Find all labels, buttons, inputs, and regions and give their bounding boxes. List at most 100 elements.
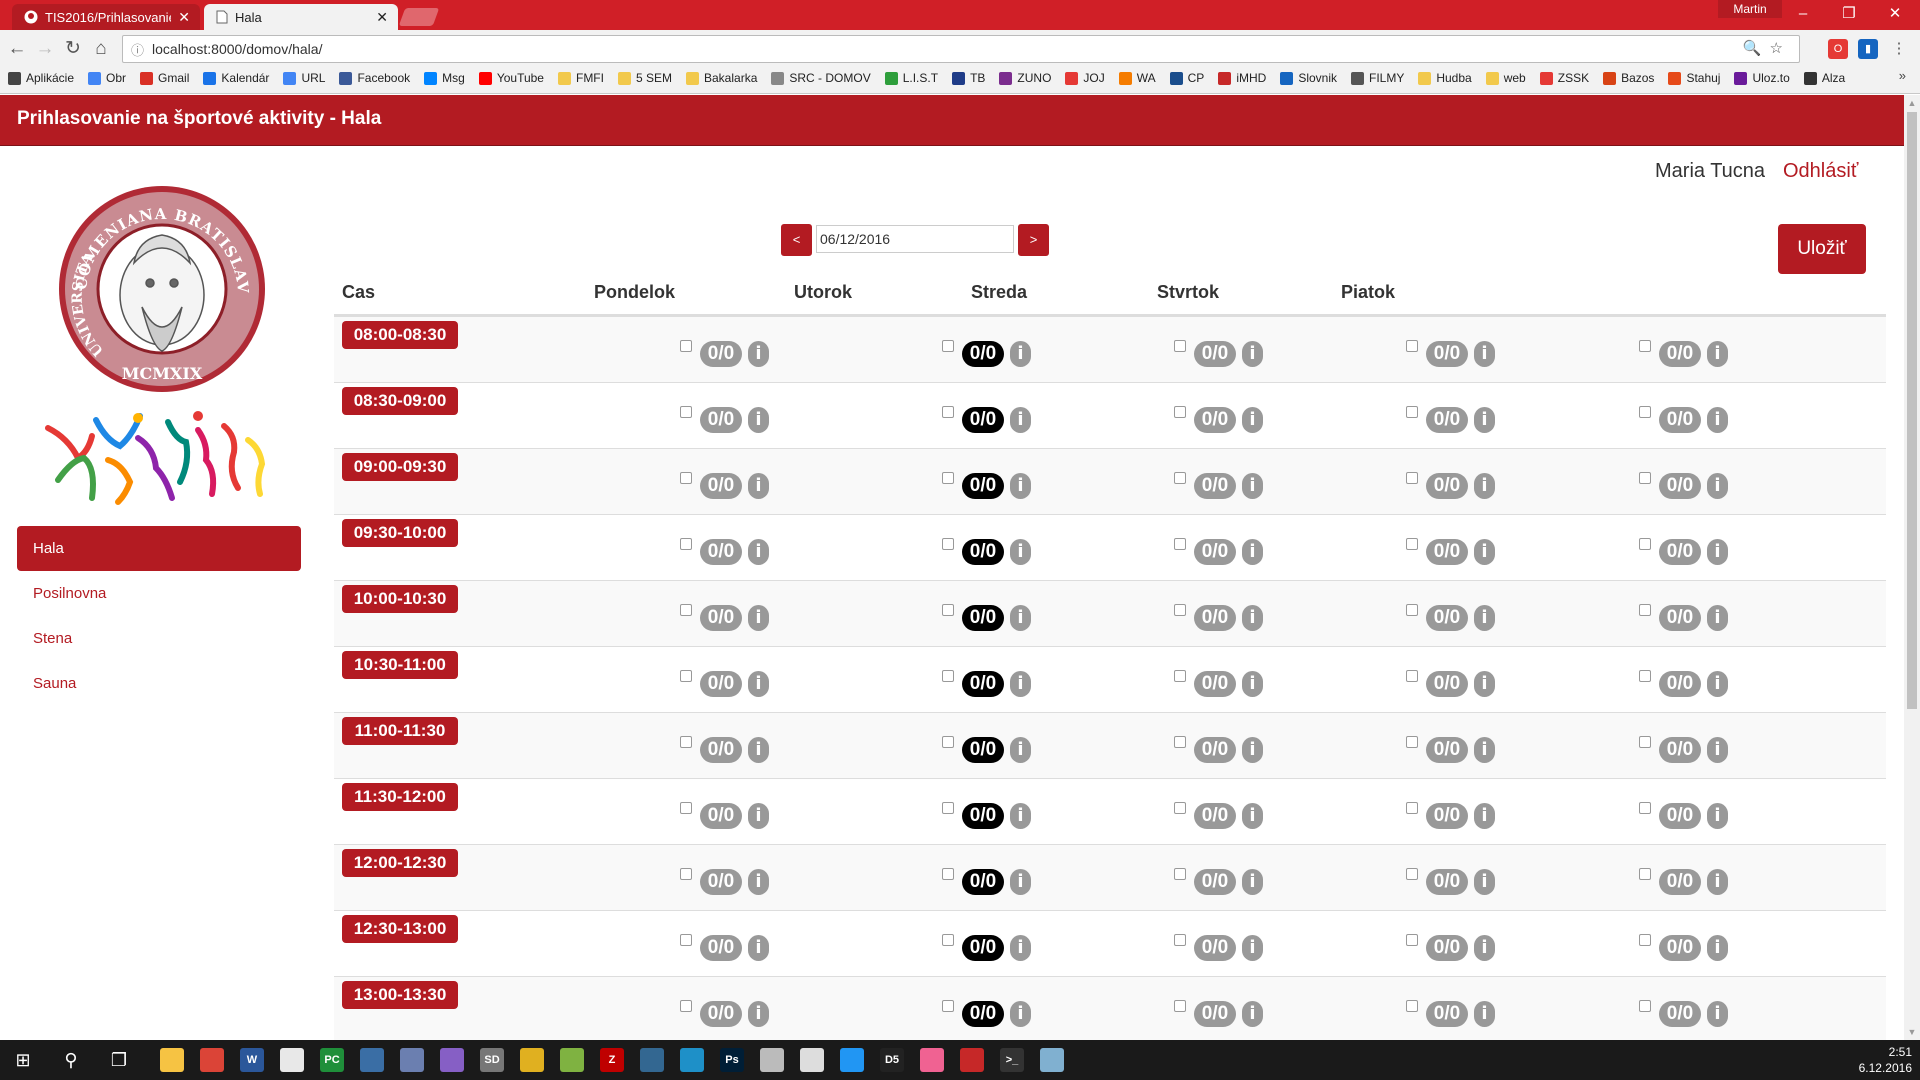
info-icon[interactable]: i — [748, 539, 769, 565]
bookmark-item[interactable]: 5 SEM — [617, 71, 672, 85]
signup-checkbox[interactable] — [1639, 1000, 1651, 1012]
scroll-up-icon[interactable]: ▲ — [1904, 95, 1920, 111]
signup-checkbox[interactable] — [1406, 934, 1418, 946]
info-icon[interactable]: i — [1242, 803, 1263, 829]
signup-checkbox[interactable] — [942, 340, 954, 352]
profile-name[interactable]: Martin — [1718, 0, 1782, 18]
tab-hala[interactable]: Hala ✕ — [204, 4, 398, 30]
info-icon[interactable]: i — [748, 341, 769, 367]
signup-checkbox[interactable] — [680, 406, 692, 418]
info-icon[interactable]: i — [748, 869, 769, 895]
info-icon[interactable]: i — [748, 671, 769, 697]
info-icon[interactable]: i — [1707, 869, 1728, 895]
bookmark-item[interactable]: ZSSK — [1539, 71, 1589, 85]
system-clock[interactable]: 2:51 6.12.2016 — [1859, 1044, 1912, 1076]
info-icon[interactable]: i — [1474, 1001, 1495, 1027]
info-icon[interactable]: i — [748, 473, 769, 499]
bookmark-item[interactable]: Alza — [1803, 71, 1845, 85]
signup-checkbox[interactable] — [680, 670, 692, 682]
info-icon[interactable]: i — [1242, 1001, 1263, 1027]
visual-studio-icon[interactable] — [440, 1048, 464, 1072]
bookmark-item[interactable]: Slovnik — [1280, 71, 1337, 85]
info-icon[interactable]: i — [1242, 869, 1263, 895]
info-icon[interactable]: i — [1474, 803, 1495, 829]
close-icon[interactable]: ✕ — [376, 9, 388, 26]
close-icon[interactable]: ✕ — [178, 9, 190, 26]
signup-checkbox[interactable] — [942, 868, 954, 880]
bookmark-item[interactable]: Hudba — [1418, 71, 1472, 85]
previous-week-button[interactable]: < — [781, 224, 812, 256]
info-icon[interactable]: i — [1707, 1001, 1728, 1027]
filezilla-icon[interactable]: Z — [600, 1048, 624, 1072]
info-icon[interactable]: i — [1707, 803, 1728, 829]
signup-checkbox[interactable] — [680, 1000, 692, 1012]
menu-icon[interactable]: ⋮ — [1886, 36, 1912, 62]
sidebar-item-hala[interactable]: Hala — [17, 526, 301, 571]
bookmark-item[interactable]: Uloz.to — [1734, 71, 1790, 85]
opera-icon[interactable]: O — [1828, 39, 1848, 59]
signup-checkbox[interactable] — [1174, 604, 1186, 616]
terminal-icon[interactable]: >_ — [1000, 1048, 1024, 1072]
pycharm-icon[interactable]: PC — [320, 1048, 344, 1072]
restore-icon[interactable]: ❐ — [1826, 4, 1872, 24]
bookmark-item[interactable]: web — [1485, 71, 1526, 85]
address-bar[interactable]: ⓘ localhost:8000/domov/hala/ 🔍☆ — [122, 35, 1800, 63]
info-icon[interactable]: i — [1474, 737, 1495, 763]
back-icon[interactable]: ← — [4, 36, 30, 62]
info-icon[interactable]: i — [1242, 407, 1263, 433]
info-icon[interactable]: i — [1707, 605, 1728, 631]
info-icon[interactable]: i — [1010, 671, 1031, 697]
bookmark-item[interactable]: ZUNO — [999, 71, 1051, 85]
bookmark-item[interactable]: Stahuj — [1668, 71, 1720, 85]
info-icon[interactable]: i — [1010, 803, 1031, 829]
bookmark-item[interactable]: L.I.S.T — [884, 71, 938, 85]
next-week-button[interactable]: > — [1018, 224, 1049, 256]
reload-icon[interactable]: ↻ — [60, 36, 86, 62]
sheet-icon[interactable] — [800, 1048, 824, 1072]
signup-checkbox[interactable] — [942, 934, 954, 946]
signup-checkbox[interactable] — [1406, 802, 1418, 814]
signup-checkbox[interactable] — [680, 604, 692, 616]
signup-checkbox[interactable] — [1174, 340, 1186, 352]
info-icon[interactable]: i — [1242, 737, 1263, 763]
search-icon[interactable]: ⚲ — [56, 1046, 86, 1074]
info-icon[interactable]: i — [748, 407, 769, 433]
signup-checkbox[interactable] — [1406, 472, 1418, 484]
minimize-icon[interactable]: – — [1780, 4, 1826, 24]
signup-checkbox[interactable] — [942, 406, 954, 418]
info-icon[interactable]: i — [1474, 407, 1495, 433]
info-icon[interactable]: i — [1010, 407, 1031, 433]
scroll-down-icon[interactable]: ▼ — [1904, 1024, 1920, 1040]
signup-checkbox[interactable] — [942, 538, 954, 550]
info-icon[interactable]: i — [1010, 935, 1031, 961]
bookmarks-more[interactable]: » — [1899, 68, 1906, 83]
info-icon[interactable]: i — [1707, 407, 1728, 433]
bookmark-item[interactable]: FILMY — [1351, 71, 1404, 85]
info-icon[interactable]: i — [1242, 935, 1263, 961]
signup-checkbox[interactable] — [1406, 1000, 1418, 1012]
ccleaner-icon[interactable] — [960, 1048, 984, 1072]
signup-checkbox[interactable] — [1406, 670, 1418, 682]
sidebar-item-posilnovna[interactable]: Posilnovna — [17, 571, 301, 616]
info-icon[interactable]: i — [1242, 539, 1263, 565]
bookmark-item[interactable]: Obr — [88, 71, 126, 85]
info-icon[interactable]: i — [1010, 605, 1031, 631]
info-icon[interactable]: i — [1707, 935, 1728, 961]
close-window-icon[interactable]: ✕ — [1872, 4, 1918, 24]
bookmark-item[interactable]: Aplikácie — [8, 71, 74, 85]
signup-checkbox[interactable] — [1639, 670, 1651, 682]
bookmark-item[interactable]: iMHD — [1218, 71, 1266, 85]
info-icon[interactable]: i — [1474, 473, 1495, 499]
scroll-thumb[interactable] — [1907, 112, 1917, 709]
windows-start-icon[interactable]: ⊞ — [8, 1046, 38, 1074]
signup-checkbox[interactable] — [1406, 604, 1418, 616]
signup-checkbox[interactable] — [680, 472, 692, 484]
bookmark-item[interactable]: Kalendár — [203, 71, 269, 85]
signup-checkbox[interactable] — [1174, 934, 1186, 946]
puzzle-icon[interactable] — [520, 1048, 544, 1072]
info-icon[interactable]: i — [1242, 671, 1263, 697]
signup-checkbox[interactable] — [942, 670, 954, 682]
globe-icon[interactable] — [680, 1048, 704, 1072]
info-circle-icon[interactable]: ⓘ — [131, 40, 144, 59]
bookmark-item[interactable]: TB — [952, 71, 985, 85]
